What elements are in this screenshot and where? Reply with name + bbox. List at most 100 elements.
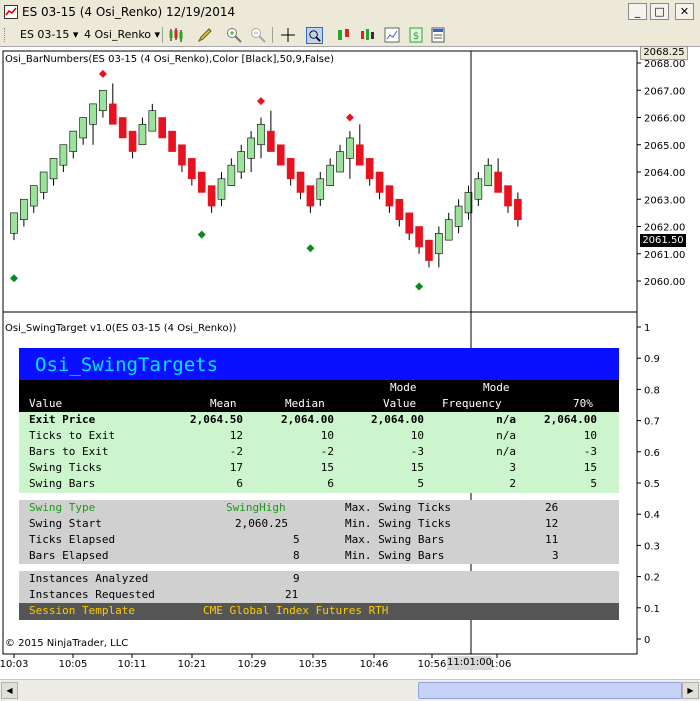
target-tick-label: 0.7 — [644, 417, 660, 428]
up-candle — [454, 205, 463, 227]
instrument-dropdown[interactable]: ES 03-15 ▾ — [20, 28, 78, 41]
targets-title-bar: Osi_SwingTargets — [19, 348, 619, 380]
scrollbar-thumb[interactable] — [418, 682, 682, 699]
target-tick-label: 0.2 — [644, 573, 660, 584]
svg-text:$: $ — [413, 31, 419, 42]
up-candle — [444, 219, 453, 241]
down-candle — [355, 144, 364, 166]
instrument-label: ES 03-15 — [20, 28, 70, 41]
magnifier-icon[interactable] — [306, 27, 323, 44]
zoom-in-icon[interactable] — [226, 27, 242, 43]
down-candle — [128, 130, 137, 152]
close-button[interactable]: ✕ — [675, 3, 694, 20]
max-swing-bars-value: 11 — [545, 533, 559, 546]
session-template-label: Session Template — [29, 604, 135, 617]
down-candle — [158, 117, 166, 139]
title-bar: ES 03-15 (4 Osi_Renko) 12/19/2014 _ □ ✕ — [0, 0, 700, 25]
down-candle — [385, 185, 394, 207]
ticks-elapsed-label: Ticks Elapsed — [29, 533, 116, 546]
time-tick-label: 10:56 — [418, 659, 447, 670]
chevron-down-icon: ▾ — [72, 28, 79, 41]
instances-block: Instances Analyzed 9 Instances Requested… — [19, 571, 619, 603]
instances-requested-value: 21 — [285, 588, 299, 601]
stats-cell-median: 6 — [327, 477, 334, 490]
chart-area[interactable]: 2068.00 2067.00 2066.00 2065.00 2064.00 2063.… — [0, 46, 700, 679]
down-candle — [415, 226, 423, 248]
crosshair-icon[interactable] — [280, 27, 296, 43]
targets-title: Osi_SwingTargets — [35, 354, 219, 376]
stats-cell-freq: n/a — [496, 413, 516, 426]
stats-cell-freq: n/a — [496, 445, 516, 458]
up-candle — [247, 137, 255, 159]
min-swing-ticks-label: Min. Swing Ticks — [345, 517, 451, 530]
price-tick-label: 2060.00 — [644, 277, 685, 288]
stats-cell-mode: -3 — [410, 445, 424, 458]
min-swing-bars-label: Min. Swing Bars — [345, 549, 445, 562]
toolbar-separator — [272, 27, 273, 43]
stats-cell-mean: -2 — [229, 445, 243, 458]
maximize-button[interactable]: □ — [650, 3, 669, 20]
minimize-button[interactable]: _ — [628, 3, 647, 20]
data-box-icon[interactable] — [430, 27, 446, 43]
horizontal-scrollbar[interactable]: ◀ ▶ — [0, 679, 700, 701]
price-tick-label: 2066.00 — [644, 114, 685, 125]
down-candle — [188, 158, 196, 180]
stats-cell-mode: 5 — [417, 477, 424, 490]
down-candle — [109, 103, 117, 125]
stats-cell-label: Ticks to Exit — [29, 429, 116, 442]
header-value: Value — [29, 397, 63, 410]
down-candle — [425, 239, 433, 261]
down-candle — [514, 198, 522, 220]
toolbar-grip[interactable] — [4, 28, 8, 42]
stats-row: Swing Ticks 17 15 15 3 15 — [19, 460, 619, 476]
down-candle — [395, 198, 404, 220]
drawing-pencil-icon[interactable] — [197, 27, 213, 43]
chart-style-icon[interactable] — [168, 27, 184, 43]
down-candle — [405, 212, 414, 234]
target-tick-label: 1 — [644, 323, 650, 334]
time-tick-label: 10:46 — [360, 659, 389, 670]
stats-cell-mean: 17 — [229, 461, 243, 474]
down-candle — [306, 185, 315, 207]
header-mode-1: Mode — [390, 381, 417, 394]
down-candle — [168, 130, 176, 152]
header-mean: Mean — [210, 397, 237, 410]
down-candle — [286, 158, 295, 180]
up-candle — [89, 103, 97, 125]
stats-cell-p70: 15 — [583, 461, 597, 474]
time-tick-label: 10:35 — [299, 659, 328, 670]
time-tick-label: 10:29 — [238, 659, 267, 670]
stats-cell-label: Swing Ticks — [29, 461, 102, 474]
header-mode-value: Value — [383, 397, 417, 410]
bars-elapsed-label: Bars Elapsed — [29, 549, 109, 562]
period-label: 4 Osi_Renko — [84, 28, 152, 41]
stats-cell-freq: 2 — [509, 477, 516, 490]
price-tick-label: 2062.00 — [644, 223, 685, 234]
swing-start-label: Swing Start — [29, 517, 102, 530]
indicators-icon[interactable] — [336, 27, 352, 43]
target-tick-label: 0 — [644, 635, 650, 646]
order-entry-icon[interactable]: $ — [408, 27, 424, 43]
stats-cell-mean: 2,064.50 — [190, 413, 243, 426]
scroll-left-arrow-icon[interactable]: ◀ — [1, 682, 18, 699]
stats-cell-mode: 15 — [410, 461, 424, 474]
up-candle — [39, 171, 48, 193]
chart-properties-icon[interactable] — [384, 27, 400, 43]
instances-requested-label: Instances Requested — [29, 588, 155, 601]
up-candle — [336, 151, 344, 173]
swing-type-label: Swing Type — [29, 501, 96, 514]
max-swing-bars-label: Max. Swing Bars — [345, 533, 445, 546]
stats-cell-mean: 12 — [229, 429, 243, 442]
strategies-icon[interactable] — [360, 27, 376, 43]
min-swing-ticks-value: 12 — [545, 517, 559, 530]
up-candle — [69, 130, 78, 152]
down-candle — [276, 144, 285, 166]
zoom-out-icon[interactable] — [250, 27, 266, 43]
down-candle — [178, 144, 186, 166]
up-candle — [59, 144, 68, 166]
period-dropdown[interactable]: 4 Osi_Renko ▾ — [84, 28, 160, 41]
stats-cell-freq: n/a — [496, 429, 516, 442]
target-axis: 1 0.9 0.8 0.7 0.6 0.5 0.4 0.3 0.2 0.1 0 — [637, 323, 660, 646]
target-tick-label: 0.4 — [644, 510, 660, 521]
scroll-right-arrow-icon[interactable]: ▶ — [682, 682, 699, 699]
